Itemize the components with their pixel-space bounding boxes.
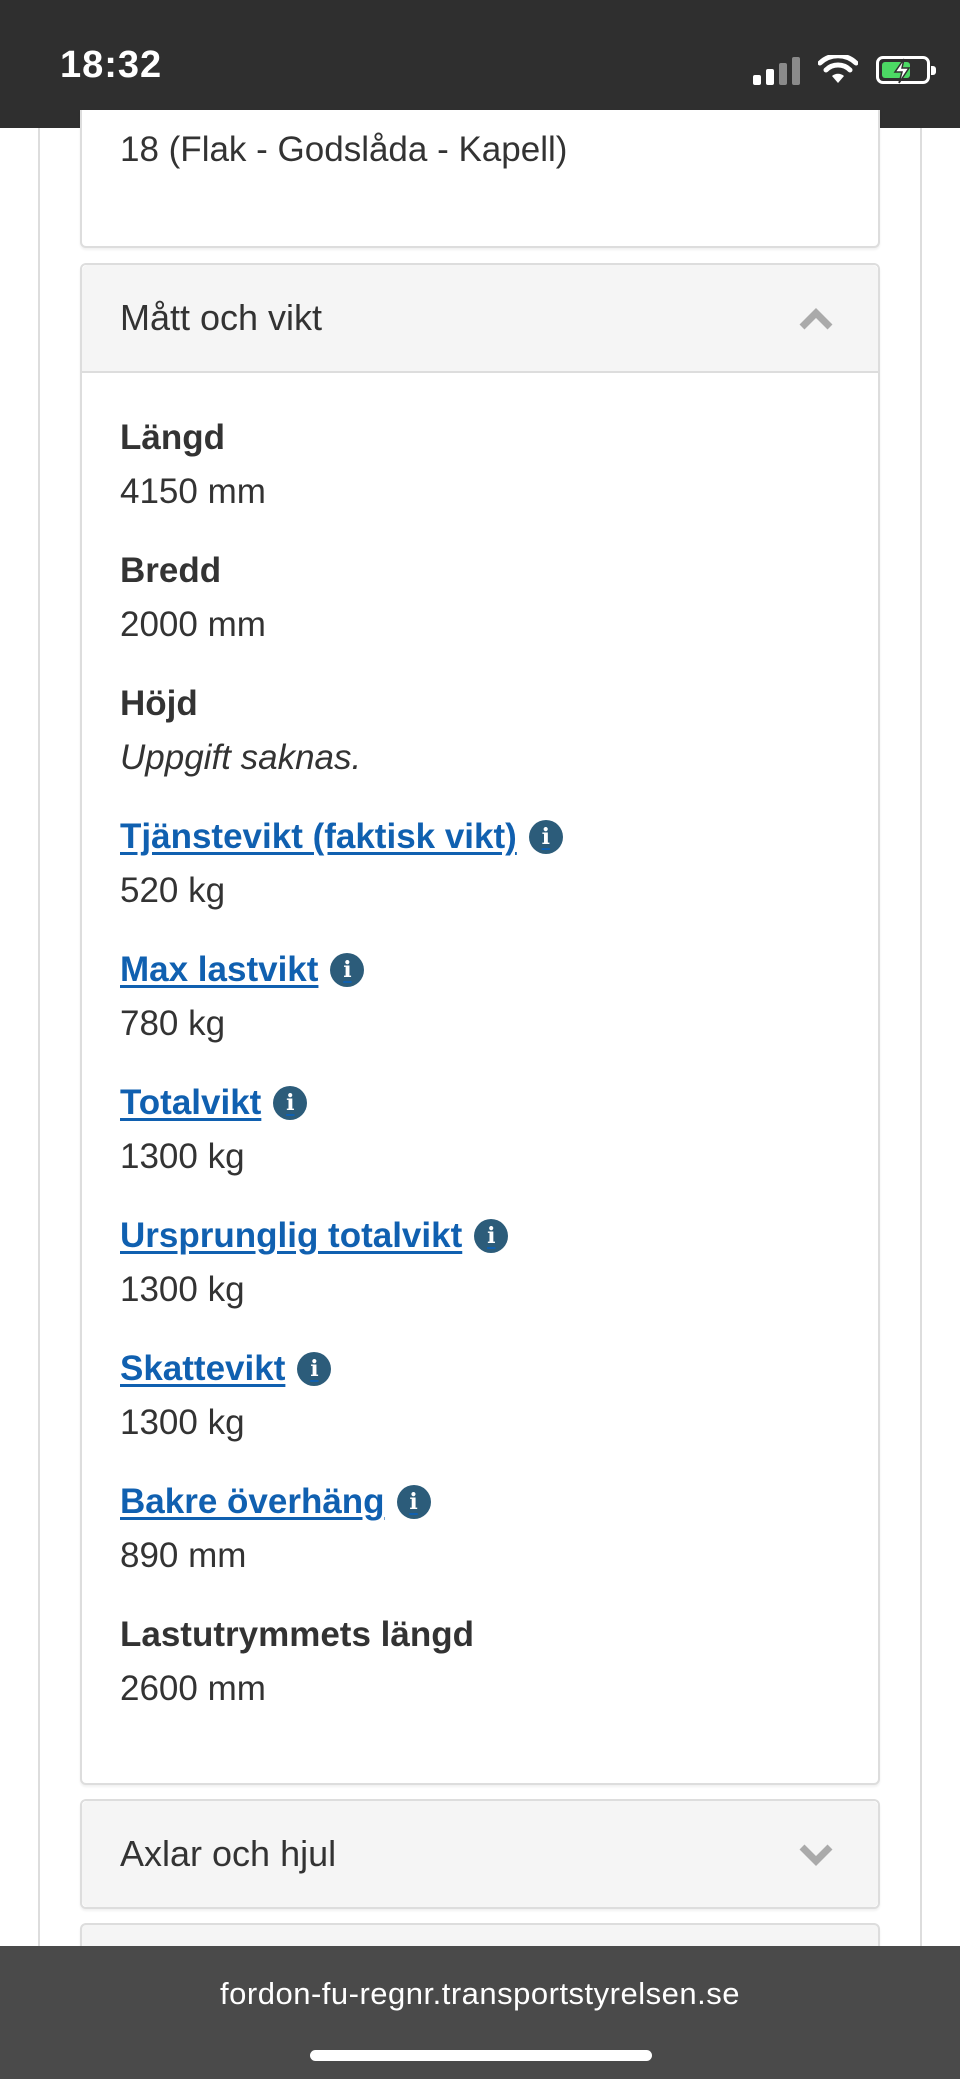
home-indicator[interactable] [310, 2050, 652, 2061]
field-bakre-overhang: Bakre överhäng i 890 mm [120, 1475, 840, 1608]
field-value: 1300 kg [120, 1270, 245, 1309]
skattevikt-link[interactable]: Skattevikt i [120, 1342, 840, 1396]
info-icon[interactable]: i [474, 1219, 509, 1253]
link-text: Tjänstevikt (faktisk vikt) [120, 817, 517, 856]
field-ursprunglig-totalvikt: Ursprunglig totalvikt i 1300 kg [120, 1209, 840, 1342]
field-label: Längd [120, 418, 225, 457]
field-lastutrymmets-langd: Lastutrymmets längd 2600 mm [120, 1608, 840, 1741]
wifi-icon [818, 55, 858, 83]
field-value: 4150 mm [120, 472, 266, 511]
battery-icon [876, 56, 936, 84]
status-bar: 18:32 [0, 0, 960, 128]
field-totalvikt: Totalvikt i 1300 kg [120, 1076, 840, 1209]
browser-url-bar[interactable]: fordon-fu-regnr.transportstyrelsen.se [0, 1946, 960, 2079]
field-value: 2000 mm [120, 605, 266, 644]
axlar-och-hjul-header[interactable]: Axlar och hjul [82, 1801, 878, 1907]
url-text[interactable]: fordon-fu-regnr.transportstyrelsen.se [0, 1976, 960, 2012]
field-label: Lastutrymmets längd [120, 1615, 474, 1654]
info-icon[interactable]: i [273, 1086, 308, 1120]
field-bredd: Bredd 2000 mm [120, 544, 840, 677]
link-text: Max lastvikt [120, 950, 319, 989]
field-label: Höjd [120, 684, 198, 723]
field-value: Uppgift saknas. [120, 738, 362, 777]
tjanstevikt-link[interactable]: Tjänstevikt (faktisk vikt) i [120, 810, 840, 864]
ursprunglig-totalvikt-link[interactable]: Ursprunglig totalvikt i [120, 1209, 840, 1263]
matt-och-vikt-body: Längd 4150 mm Bredd 2000 mm Höjd Uppgift… [82, 373, 878, 1741]
link-text: Ursprunglig totalvikt [120, 1216, 463, 1255]
link-text: Totalvikt [120, 1083, 262, 1122]
field-langd: Längd 4150 mm [120, 411, 840, 544]
field-value: 2600 mm [120, 1669, 266, 1708]
status-time: 18:32 [60, 44, 163, 86]
totalvikt-link[interactable]: Totalvikt i [120, 1076, 840, 1130]
field-tjanstevikt: Tjänstevikt (faktisk vikt) i 520 kg [120, 810, 840, 943]
previous-section-card: 18 (Flak - Godslåda - Kapell) [80, 110, 880, 248]
cellular-signal-icon [753, 55, 800, 85]
field-value: 1300 kg [120, 1137, 245, 1176]
body-type-value: 18 (Flak - Godslåda - Kapell) [120, 130, 568, 169]
panel-title: Axlar och hjul [120, 1833, 337, 1874]
field-value: 1300 kg [120, 1403, 245, 1442]
info-icon[interactable]: i [297, 1352, 332, 1386]
info-icon[interactable]: i [396, 1485, 431, 1519]
info-icon[interactable]: i [528, 820, 563, 854]
max-lastvikt-link[interactable]: Max lastvikt i [120, 943, 840, 997]
matt-och-vikt-header[interactable]: Mått och vikt [82, 265, 878, 373]
field-value: 520 kg [120, 871, 226, 910]
link-text: Skattevikt [120, 1349, 286, 1388]
bakre-overhang-link[interactable]: Bakre överhäng i [120, 1475, 840, 1529]
field-max-lastvikt: Max lastvikt i 780 kg [120, 943, 840, 1076]
field-label: Bredd [120, 551, 222, 590]
field-value: 780 kg [120, 1004, 226, 1043]
chevron-up-icon[interactable] [798, 301, 834, 337]
field-value: 890 mm [120, 1536, 247, 1575]
status-icons [753, 50, 936, 90]
info-icon[interactable]: i [330, 953, 365, 987]
axlar-och-hjul-panel[interactable]: Axlar och hjul [80, 1799, 880, 1909]
link-text: Bakre överhäng [120, 1482, 385, 1521]
field-hojd: Höjd Uppgift saknas. [120, 677, 840, 810]
chevron-down-icon[interactable] [798, 1837, 834, 1873]
field-skattevikt: Skattevikt i 1300 kg [120, 1342, 840, 1475]
matt-och-vikt-panel: Mått och vikt Längd 4150 mm Bredd 2000 m… [80, 263, 880, 1785]
panel-title: Mått och vikt [120, 297, 323, 338]
